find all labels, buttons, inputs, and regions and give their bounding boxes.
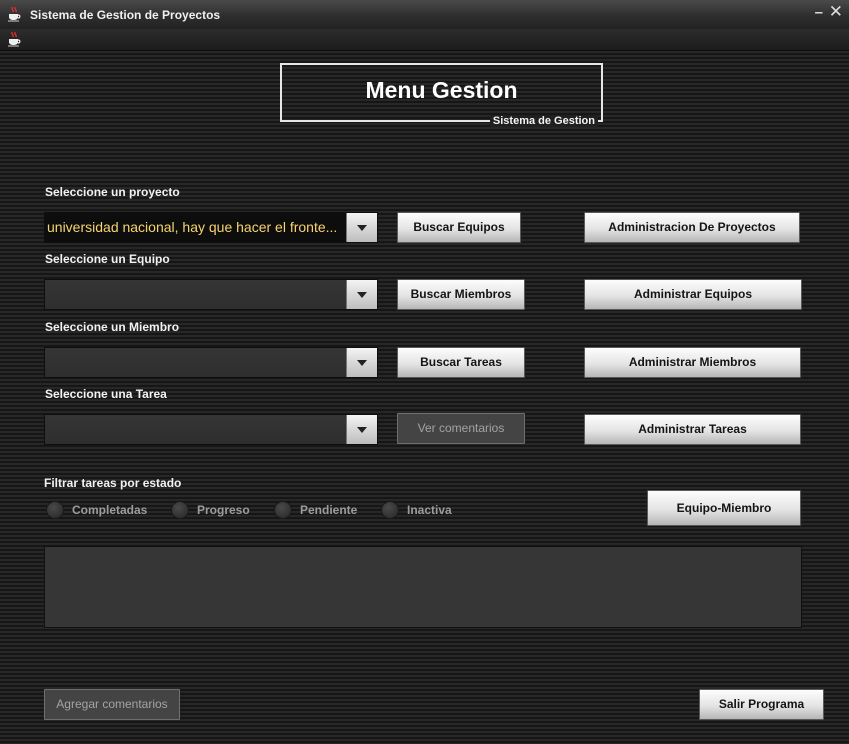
radio-circle[interactable] — [171, 501, 189, 519]
chevron-down-icon[interactable] — [346, 280, 377, 309]
equipo-miembro-button[interactable]: Equipo-Miembro — [647, 490, 801, 526]
miembro-combobox-value[interactable] — [45, 348, 350, 377]
tarea-combobox[interactable] — [44, 414, 378, 445]
radio-progreso[interactable]: Progreso — [171, 500, 261, 520]
radio-pendiente[interactable]: Pendiente — [274, 500, 364, 520]
buscar-equipos-button[interactable]: Buscar Equipos — [397, 212, 521, 243]
buscar-tareas-button[interactable]: Buscar Tareas — [397, 347, 525, 378]
header-subtitle: Sistema de Gestion — [489, 115, 598, 127]
title-bar: Sistema de Gestion de Proyectos – ✕ — [0, 0, 849, 30]
buscar-miembros-button[interactable]: Buscar Miembros — [397, 279, 525, 310]
page-title: Menu Gestion — [365, 77, 518, 103]
ver-comentarios-button[interactable]: Ver comentarios — [397, 413, 525, 444]
chevron-down-icon[interactable] — [346, 415, 377, 444]
radio-inactiva[interactable]: Inactiva — [381, 500, 461, 520]
proyecto-label: Seleccione un proyecto — [45, 185, 180, 199]
salir-programa-button[interactable]: Salir Programa — [699, 689, 824, 720]
equipo-combobox[interactable] — [44, 279, 378, 310]
comments-textarea[interactable] — [44, 546, 802, 628]
main-panel: Menu Gestion Sistema de Gestion Seleccio… — [0, 51, 849, 744]
radio-label: Completadas — [72, 503, 148, 517]
proyecto-combobox-value[interactable]: universidad nacional, hay que hacer el f… — [45, 213, 350, 242]
administrar-tareas-button[interactable]: Administrar Tareas — [584, 414, 801, 445]
java-cup-icon[interactable] — [6, 31, 22, 47]
miembro-label: Seleccione un Miembro — [45, 320, 180, 334]
tarea-combobox-value[interactable] — [45, 415, 350, 444]
filter-label: Filtrar tareas por estado — [44, 476, 182, 490]
administrar-equipos-button[interactable]: Administrar Equipos — [584, 279, 802, 310]
proyecto-combobox[interactable]: universidad nacional, hay que hacer el f… — [44, 212, 378, 243]
radio-label: Pendiente — [300, 503, 358, 517]
equipo-combobox-value[interactable] — [45, 280, 350, 309]
miembro-combobox[interactable] — [44, 347, 378, 378]
administrar-miembros-button[interactable]: Administrar Miembros — [584, 347, 801, 378]
radio-label: Progreso — [197, 503, 250, 517]
radio-circle[interactable] — [46, 501, 64, 519]
minimize-button[interactable]: – — [815, 5, 823, 20]
java-cup-icon — [8, 6, 21, 22]
equipo-label: Seleccione un Equipo — [45, 252, 170, 266]
chevron-down-icon[interactable] — [346, 213, 377, 242]
header-panel: Menu Gestion Sistema de Gestion — [280, 63, 603, 127]
chevron-down-icon[interactable] — [346, 348, 377, 377]
radio-circle[interactable] — [274, 501, 292, 519]
menu-bar — [0, 29, 849, 51]
radio-circle[interactable] — [381, 501, 399, 519]
radio-completadas[interactable]: Completadas — [46, 500, 156, 520]
window-title: Sistema de Gestion de Proyectos — [30, 8, 221, 22]
agregar-comentarios-button[interactable]: Agregar comentarios — [44, 689, 180, 720]
administracion-proyectos-button[interactable]: Administracion De Proyectos — [584, 212, 800, 243]
close-button[interactable]: ✕ — [829, 3, 843, 20]
radio-label: Inactiva — [407, 503, 452, 517]
tarea-label: Seleccione una Tarea — [45, 387, 167, 401]
